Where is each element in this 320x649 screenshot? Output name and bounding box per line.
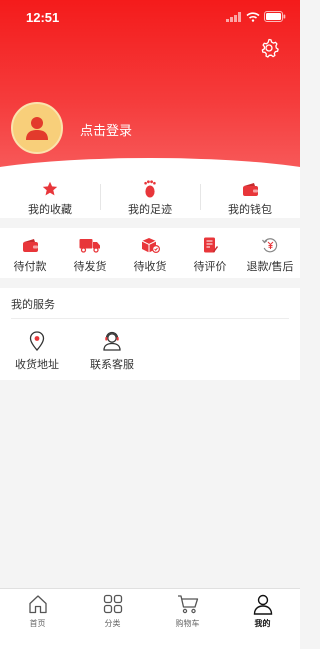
battery-icon bbox=[264, 11, 286, 22]
quick-link-label: 我的足迹 bbox=[128, 204, 172, 216]
order-label: 待发货 bbox=[73, 261, 107, 273]
category-icon bbox=[103, 594, 122, 614]
wallet-icon bbox=[22, 238, 38, 252]
quick-link-label: 我的收藏 bbox=[28, 204, 72, 216]
order-label: 待评价 bbox=[193, 261, 227, 273]
tab-home[interactable]: 首页 bbox=[0, 589, 75, 649]
settings-button[interactable] bbox=[258, 37, 280, 59]
wifi-icon bbox=[246, 11, 260, 22]
service-customer-support[interactable]: 联系客服 bbox=[77, 330, 147, 372]
signal-icon bbox=[226, 11, 241, 22]
wallet-icon bbox=[242, 182, 258, 196]
tab-bar: 首页 分类 购物车 我的 bbox=[0, 588, 300, 649]
truck-icon bbox=[79, 238, 100, 253]
footprint-icon bbox=[144, 180, 156, 198]
order-pending-receipt[interactable]: 待收货 bbox=[120, 228, 180, 278]
status-time: 12:51 bbox=[26, 10, 60, 25]
tab-category[interactable]: 分类 bbox=[75, 589, 150, 649]
quick-link-footprints[interactable]: 我的足迹 bbox=[100, 178, 200, 218]
star-icon bbox=[42, 181, 58, 196]
order-label: 待付款 bbox=[13, 261, 47, 273]
services-section: 我的服务 收货地址 联系客服 bbox=[0, 288, 300, 380]
location-pin-icon bbox=[29, 331, 45, 351]
login-link[interactable]: 点击登录 bbox=[80, 120, 132, 139]
tab-label: 分类 bbox=[104, 619, 121, 628]
service-address[interactable]: 收货地址 bbox=[2, 330, 72, 372]
user-icon bbox=[26, 117, 48, 140]
quick-link-wallet[interactable]: 我的钱包 bbox=[200, 178, 300, 218]
person-icon bbox=[253, 594, 272, 615]
order-label: 退款/售后 bbox=[246, 261, 294, 273]
order-status-bar: 待付款 待发货 待收货 待评价 退款/售后 bbox=[0, 228, 300, 278]
order-refund[interactable]: 退款/售后 bbox=[240, 228, 300, 278]
order-label: 待收货 bbox=[133, 261, 167, 273]
gear-icon bbox=[261, 38, 279, 58]
divider bbox=[11, 318, 289, 319]
tab-label: 我的 bbox=[254, 619, 271, 628]
services-title: 我的服务 bbox=[11, 299, 55, 311]
tab-cart[interactable]: 购物车 bbox=[150, 589, 225, 649]
tab-label: 购物车 bbox=[175, 619, 200, 628]
status-bar: 12:51 bbox=[0, 0, 300, 34]
home-icon bbox=[28, 595, 47, 614]
box-icon bbox=[141, 237, 160, 253]
customer-service-icon bbox=[103, 331, 121, 351]
cart-icon bbox=[177, 595, 198, 614]
avatar[interactable] bbox=[11, 102, 63, 154]
quick-links: 我的收藏 我的足迹 我的钱包 bbox=[0, 178, 300, 218]
order-pending-review[interactable]: 待评价 bbox=[180, 228, 240, 278]
order-pending-shipment[interactable]: 待发货 bbox=[60, 228, 120, 278]
order-pending-payment[interactable]: 待付款 bbox=[0, 228, 60, 278]
status-icons bbox=[226, 11, 286, 22]
tab-label: 首页 bbox=[29, 619, 46, 628]
tab-mine[interactable]: 我的 bbox=[225, 589, 300, 649]
refund-icon bbox=[262, 238, 278, 253]
quick-link-label: 我的钱包 bbox=[228, 204, 272, 216]
service-label: 联系客服 bbox=[90, 359, 134, 371]
quick-link-favorites[interactable]: 我的收藏 bbox=[0, 178, 100, 218]
review-icon bbox=[203, 237, 218, 252]
service-label: 收货地址 bbox=[15, 359, 59, 371]
